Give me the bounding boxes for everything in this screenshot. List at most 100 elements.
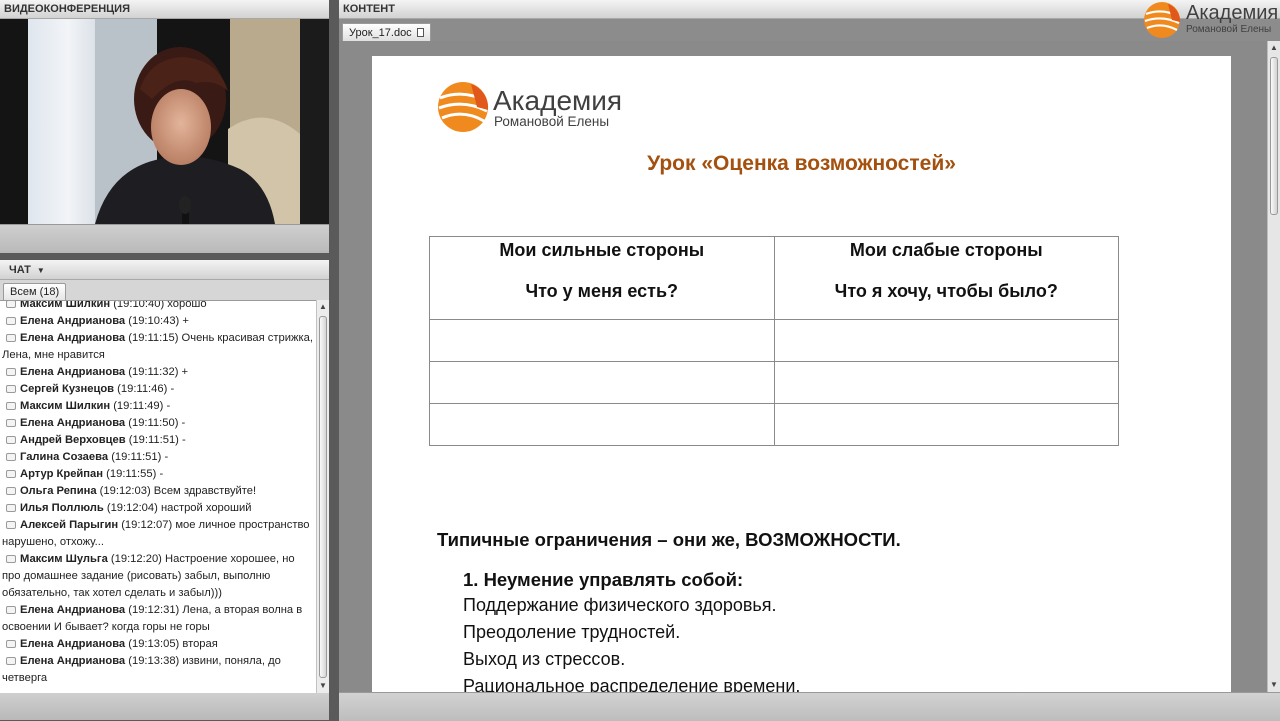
chat-pod-header[interactable]: ЧАТ ▼ <box>0 260 329 280</box>
table-row <box>429 319 1119 362</box>
strengths-question: Что у меня есть? <box>525 281 679 301</box>
chat-author: Сергей Кузнецов <box>20 383 115 395</box>
document-scrollbar[interactable]: ▲ ▼ <box>1267 41 1280 692</box>
chat-bubble-icon <box>6 470 16 478</box>
table-header-strengths: Мои сильные стороны Что у меня есть? <box>429 236 775 320</box>
header-brand-subtitle: Романовой Елены <box>1186 24 1272 35</box>
list-item: Елена Андрианова (19:12:31) Лена, а втор… <box>2 602 314 636</box>
chat-author: Максим Шульга <box>20 553 108 565</box>
chat-text: + <box>181 366 189 378</box>
document-viewer: Академия Романовой Елены Урок «Оценка во… <box>339 41 1267 692</box>
list-item-heading: 1. Неумение управлять собой: <box>463 569 744 590</box>
content-pod-footer <box>339 692 1280 721</box>
chat-timestamp: (19:11:49) <box>113 400 164 412</box>
list-sub-item: Преодоление трудностей. <box>463 622 681 642</box>
chat-bubble-icon <box>6 657 16 665</box>
weaknesses-question: Что я хочу, чтобы было? <box>834 281 1058 301</box>
list-item: Илья Поллюль (19:12:04) настрой хороший <box>2 500 314 517</box>
table-header-row: Мои сильные стороны Что у меня есть? Мои… <box>429 236 1119 320</box>
table-cell <box>773 319 1119 362</box>
content-pod: КОНТЕНТ Академия Романовой Елены Урок_17… <box>339 0 1280 721</box>
table-cell <box>773 403 1119 446</box>
chat-timestamp: (19:10:43) <box>128 315 180 327</box>
list-sub-item: Выход из стрессов. <box>463 649 626 669</box>
list-item: Елена Андрианова (19:13:38) извини, поня… <box>2 653 314 687</box>
chat-timestamp: (19:13:38) <box>128 655 180 667</box>
chat-timestamp: (19:11:15) <box>128 332 179 344</box>
table-cell <box>429 403 775 446</box>
list-sub-item: Рациональное распределение времени. <box>463 676 801 692</box>
document-tab-label: Урок_17.doc <box>349 27 412 39</box>
chat-timestamp: (19:11:55) <box>106 468 157 480</box>
scroll-up-icon[interactable]: ▲ <box>1269 43 1279 53</box>
scroll-down-icon[interactable]: ▼ <box>318 681 328 691</box>
chat-bubble-icon <box>6 606 16 614</box>
table-header-weaknesses: Мои слабые стороны Что я хочу, чтобы был… <box>773 236 1119 320</box>
list-sub-item: Поддержание физического здоровья. <box>463 595 777 615</box>
list-item: Андрей Верховцев (19:11:51) - <box>2 432 314 449</box>
header-logo: Академия Романовой Елены <box>1142 0 1280 41</box>
document-page: Академия Романовой Елены Урок «Оценка во… <box>372 56 1231 692</box>
list-item: Елена Андрианова (19:11:50) - <box>2 415 314 432</box>
table-cell <box>429 319 775 362</box>
table-cell <box>429 361 775 404</box>
chat-text: - <box>166 400 171 412</box>
list-item: Елена Андрианова (19:11:15) Очень красив… <box>2 330 314 364</box>
chat-text: - <box>159 468 164 480</box>
academy-logo-icon <box>1144 2 1181 38</box>
chat-tab-everyone[interactable]: Всем (18) <box>3 283 67 301</box>
scroll-down-icon[interactable]: ▼ <box>1269 680 1279 690</box>
list-item: Елена Андрианова (19:10:43) + <box>2 313 314 330</box>
chat-text: вторая <box>182 638 218 650</box>
chat-scroll-thumb[interactable] <box>319 316 327 678</box>
chat-bubble-icon <box>6 334 16 342</box>
list-item: Максим Шульга (19:12:20) Настроение хоро… <box>2 551 314 602</box>
chat-author: Елена Андрианова <box>20 315 126 327</box>
chat-bubble-icon <box>6 504 16 512</box>
chat-author: Елена Андрианова <box>20 332 126 344</box>
chat-text: настрой хороший <box>160 502 252 514</box>
chat-bubble-icon <box>6 555 16 563</box>
chat-scrollbar[interactable]: ▲ ▼ <box>316 300 329 693</box>
chat-author: Артур Крейпан <box>20 468 104 480</box>
document-brand-subtitle: Романовой Елены <box>494 114 610 129</box>
list-item: Артур Крейпан (19:11:55) - <box>2 466 314 483</box>
list-item: Максим Шилкин (19:11:49) - <box>2 398 314 415</box>
chat-pod-title: ЧАТ <box>9 264 31 276</box>
video-pod-header: ВИДЕОКОНФЕРЕНЦИЯ <box>0 0 329 19</box>
chat-author: Илья Поллюль <box>20 502 104 514</box>
table-cell <box>773 361 1119 404</box>
chat-text: - <box>181 417 186 429</box>
document-scroll-thumb[interactable] <box>1270 57 1278 215</box>
chat-message-list: Максим Шилкин (19:10:40) хорошо Елена Анд… <box>2 300 314 687</box>
chat-author: Максим Шилкин <box>20 300 111 310</box>
document-title: Урок «Оценка возможностей» <box>647 152 956 175</box>
document-tab[interactable]: Урок_17.doc <box>342 23 431 42</box>
chat-timestamp: (19:12:03) <box>99 485 151 497</box>
chat-author: Максим Шилкин <box>20 400 111 412</box>
limits-heading: Типичные ограничения – они же, ВОЗМОЖНОС… <box>437 529 901 550</box>
chat-bubble-icon <box>6 317 16 325</box>
chat-text: Всем здравствуйте! <box>153 485 257 497</box>
chat-author: Елена Андрианова <box>20 655 126 667</box>
chat-text: хорошо <box>167 300 207 310</box>
chat-bubble-icon <box>6 640 16 648</box>
chevron-down-icon[interactable]: ▼ <box>37 266 45 275</box>
chat-bubble-icon <box>6 368 16 376</box>
chat-author: Алексей Парыгин <box>20 519 119 531</box>
chat-timestamp: (19:11:32) <box>128 366 179 378</box>
scroll-up-icon[interactable]: ▲ <box>318 302 328 312</box>
chat-bubble-icon <box>6 521 16 529</box>
list-item: Алексей Парыгин (19:12:07) мое личное пр… <box>2 517 314 551</box>
webcam-image <box>0 19 329 224</box>
content-pod-header: КОНТЕНТ <box>339 0 1280 19</box>
weaknesses-heading: Мои слабые стороны <box>849 240 1043 260</box>
chat-message-area: Максим Шилкин (19:10:40) хорошо Елена Анд… <box>0 300 316 694</box>
chat-timestamp: (19:11:51) <box>111 451 162 463</box>
chat-timestamp: (19:12:07) <box>121 519 173 531</box>
chat-timestamp: (19:12:04) <box>106 502 158 514</box>
chat-text: - <box>170 383 175 395</box>
chat-author: Елена Андрианова <box>20 417 126 429</box>
header-brand-name: Академия <box>1186 2 1279 24</box>
chat-bubble-icon <box>6 419 16 427</box>
